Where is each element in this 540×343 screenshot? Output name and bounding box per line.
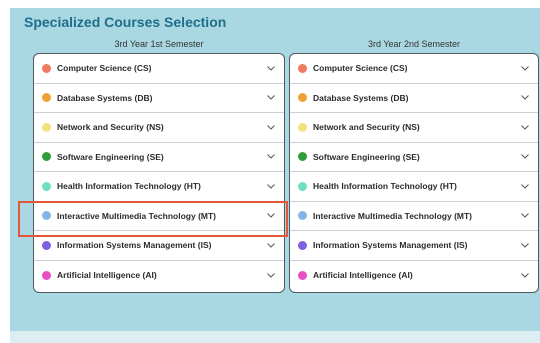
chevron-down-icon[interactable]	[520, 181, 530, 191]
course-color-dot	[298, 240, 307, 250]
chevron-down-icon[interactable]	[266, 181, 276, 191]
course-dropdown-interactive-multimedia-technology-mt[interactable]: Interactive Multimedia Technology (MT)	[34, 202, 284, 231]
course-dropdown-health-information-technology-ht[interactable]: Health Information Technology (HT)	[290, 172, 538, 202]
chevron-down-icon[interactable]	[266, 270, 276, 280]
course-label: Software Engineering (SE)	[57, 151, 164, 162]
course-color-dot	[298, 211, 307, 221]
course-label: Computer Science (CS)	[313, 63, 408, 74]
course-dropdown-information-systems-management-is[interactable]: Information Systems Management (IS)	[34, 231, 284, 261]
course-dropdown-software-engineering-se[interactable]: Software Engineering (SE)	[290, 143, 538, 172]
course-dropdown-network-and-security-ns[interactable]: Network and Security (NS)	[290, 113, 538, 143]
course-color-dot	[298, 63, 307, 73]
course-color-dot	[42, 211, 51, 221]
course-color-dot	[42, 240, 51, 250]
course-label: Interactive Multimedia Technology (MT)	[57, 210, 216, 221]
semester-1-heading: 3rd Year 1st Semester	[114, 39, 204, 49]
chevron-down-icon[interactable]	[520, 270, 530, 280]
chevron-down-icon[interactable]	[266, 63, 276, 73]
course-color-dot	[298, 93, 307, 103]
course-color-dot	[42, 93, 51, 103]
course-label: Database Systems (DB)	[313, 92, 409, 103]
page-title: Specialized Courses Selection	[24, 14, 227, 30]
course-color-dot	[42, 152, 51, 162]
semester-2-course-list: Computer Science (CS) Database Systems (D…	[289, 53, 539, 293]
chevron-down-icon[interactable]	[266, 240, 276, 250]
course-dropdown-artificial-intelligence-ai[interactable]: Artificial Intelligence (AI)	[34, 261, 284, 291]
chevron-down-icon[interactable]	[266, 211, 276, 221]
course-color-dot	[42, 63, 51, 73]
chevron-down-icon[interactable]	[520, 152, 530, 162]
course-label: Health Information Technology (HT)	[313, 181, 457, 192]
course-color-dot	[298, 270, 307, 280]
course-dropdown-database-systems-db[interactable]: Database Systems (DB)	[34, 84, 284, 113]
course-label: Information Systems Management (IS)	[313, 240, 468, 251]
chevron-down-icon[interactable]	[520, 122, 530, 132]
course-dropdown-artificial-intelligence-ai[interactable]: Artificial Intelligence (AI)	[290, 261, 538, 291]
course-label: Database Systems (DB)	[57, 92, 153, 103]
course-dropdown-network-and-security-ns[interactable]: Network and Security (NS)	[34, 113, 284, 143]
course-label: Network and Security (NS)	[57, 122, 164, 133]
course-color-dot	[42, 270, 51, 280]
course-dropdown-interactive-multimedia-technology-mt[interactable]: Interactive Multimedia Technology (MT)	[290, 202, 538, 231]
chevron-down-icon[interactable]	[520, 93, 530, 103]
course-color-dot	[298, 181, 307, 191]
course-dropdown-computer-science-cs[interactable]: Computer Science (CS)	[290, 54, 538, 84]
chevron-down-icon[interactable]	[266, 152, 276, 162]
course-dropdown-database-systems-db[interactable]: Database Systems (DB)	[290, 84, 538, 113]
footer-strip	[10, 331, 540, 343]
course-color-dot	[42, 122, 51, 132]
course-color-dot	[42, 181, 51, 191]
course-label: Health Information Technology (HT)	[57, 181, 201, 192]
chevron-down-icon[interactable]	[520, 240, 530, 250]
course-label: Information Systems Management (IS)	[57, 240, 212, 251]
semester-1-course-list: Computer Science (CS) Database Systems (D…	[33, 53, 285, 293]
chevron-down-icon[interactable]	[266, 93, 276, 103]
course-label: Computer Science (CS)	[57, 63, 152, 74]
course-dropdown-health-information-technology-ht[interactable]: Health Information Technology (HT)	[34, 172, 284, 202]
course-dropdown-computer-science-cs[interactable]: Computer Science (CS)	[34, 54, 284, 84]
course-label: Network and Security (NS)	[313, 122, 420, 133]
course-label: Software Engineering (SE)	[313, 151, 420, 162]
course-dropdown-information-systems-management-is[interactable]: Information Systems Management (IS)	[290, 231, 538, 261]
course-color-dot	[298, 122, 307, 132]
chevron-down-icon[interactable]	[266, 122, 276, 132]
semester-2-heading: 3rd Year 2nd Semester	[367, 39, 461, 49]
course-label: Artificial Intelligence (AI)	[57, 270, 157, 281]
chevron-down-icon[interactable]	[520, 63, 530, 73]
course-color-dot	[298, 152, 307, 162]
chevron-down-icon[interactable]	[520, 211, 530, 221]
course-label: Interactive Multimedia Technology (MT)	[313, 210, 472, 221]
course-dropdown-software-engineering-se[interactable]: Software Engineering (SE)	[34, 143, 284, 172]
course-label: Artificial Intelligence (AI)	[313, 270, 413, 281]
